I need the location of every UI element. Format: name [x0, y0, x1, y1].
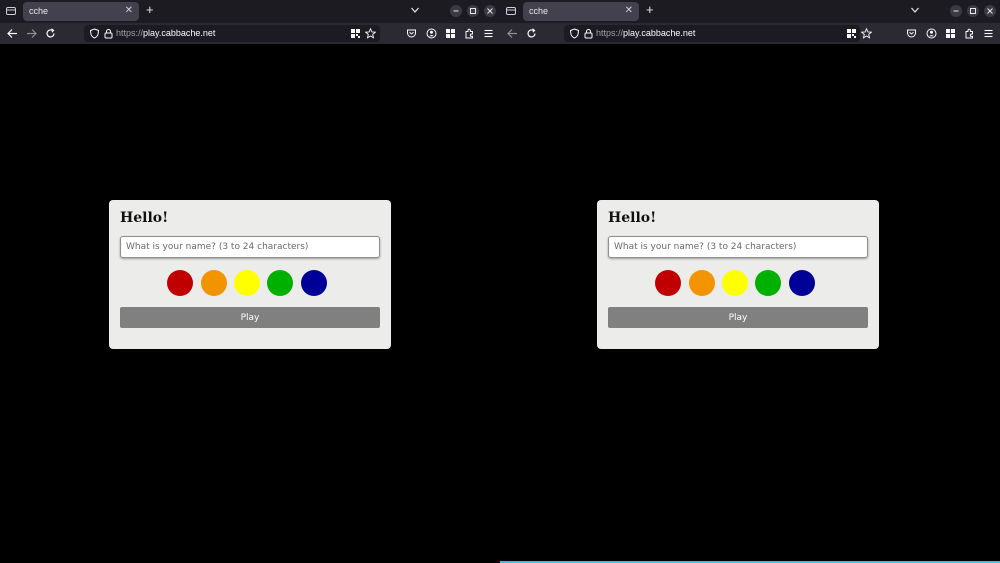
url-scheme: https://: [116, 28, 144, 38]
tab-bar: cche ✕ +: [0, 0, 500, 23]
shield-icon[interactable]: [89, 28, 100, 39]
navigation-bar: https://play.cabbache.net: [0, 23, 500, 44]
star-icon[interactable]: [365, 28, 376, 39]
color-picker: [167, 270, 333, 296]
url-host: play.cabbache.net: [143, 28, 216, 38]
chevron-down-icon[interactable]: [910, 5, 920, 15]
puzzle-icon[interactable]: [464, 28, 475, 39]
tab-bar: cche ✕ +: [500, 0, 1000, 23]
name-input[interactable]: [120, 236, 380, 258]
tab-list-icon[interactable]: [6, 6, 16, 16]
close-icon[interactable]: [484, 5, 496, 17]
maximize-icon[interactable]: [467, 5, 479, 17]
color-swatch-yellow[interactable]: [722, 270, 748, 296]
color-swatch-orange[interactable]: [689, 270, 715, 296]
play-button[interactable]: Play: [608, 307, 868, 328]
reload-icon[interactable]: [526, 28, 537, 39]
grid-icon[interactable]: [445, 28, 456, 39]
color-swatch-orange[interactable]: [201, 270, 227, 296]
chevron-down-icon[interactable]: [410, 5, 420, 15]
qr-code-icon[interactable]: [846, 28, 857, 39]
greeting-title: Hello!: [120, 210, 169, 226]
pocket-icon[interactable]: [906, 28, 917, 39]
name-input[interactable]: [608, 236, 868, 258]
browser-window-left: cche ✕ + https://play.cabbache.net Hello…: [0, 0, 500, 563]
reload-icon[interactable]: [45, 28, 56, 39]
hamburger-menu-icon[interactable]: [983, 28, 994, 39]
color-swatch-yellow[interactable]: [234, 270, 260, 296]
address-bar[interactable]: https://play.cabbache.net: [84, 25, 380, 42]
hamburger-menu-icon[interactable]: [483, 28, 494, 39]
tab-list-icon[interactable]: [506, 6, 516, 16]
account-icon[interactable]: [426, 28, 437, 39]
account-icon[interactable]: [926, 28, 937, 39]
color-swatch-green[interactable]: [755, 270, 781, 296]
navigation-bar: https://play.cabbache.net: [500, 23, 1000, 44]
back-arrow-icon[interactable]: [507, 28, 518, 39]
url-text: https://play.cabbache.net: [596, 28, 695, 38]
color-swatch-red[interactable]: [167, 270, 193, 296]
maximize-icon[interactable]: [967, 5, 979, 17]
greeting-title: Hello!: [608, 210, 657, 226]
lock-icon[interactable]: [583, 28, 594, 39]
browser-tab[interactable]: cche ✕: [523, 2, 639, 21]
plus-icon[interactable]: +: [646, 3, 654, 17]
url-text: https://play.cabbache.net: [116, 28, 215, 38]
minimize-icon[interactable]: [950, 5, 962, 17]
color-swatch-green[interactable]: [267, 270, 293, 296]
star-icon[interactable]: [861, 28, 872, 39]
qr-code-icon[interactable]: [350, 28, 361, 39]
welcome-card: Hello! Play: [597, 200, 879, 349]
url-host: play.cabbache.net: [623, 28, 696, 38]
tab-title: cche: [529, 6, 549, 16]
color-picker: [655, 270, 821, 296]
color-swatch-blue[interactable]: [301, 270, 327, 296]
close-tab-icon[interactable]: ✕: [125, 5, 133, 16]
lock-icon[interactable]: [103, 28, 114, 39]
color-swatch-red[interactable]: [655, 270, 681, 296]
address-bar[interactable]: https://play.cabbache.net: [564, 25, 872, 42]
tab-title: cche: [29, 6, 49, 16]
close-tab-icon[interactable]: ✕: [625, 5, 633, 16]
welcome-card: Hello! Play: [109, 200, 391, 349]
url-scheme: https://: [596, 28, 624, 38]
grid-icon[interactable]: [945, 28, 956, 39]
puzzle-icon[interactable]: [964, 28, 975, 39]
close-icon[interactable]: [984, 5, 996, 17]
play-button[interactable]: Play: [120, 307, 380, 328]
back-arrow-icon[interactable]: [7, 28, 18, 39]
color-swatch-blue[interactable]: [789, 270, 815, 296]
browser-window-right: cche ✕ + https://play.cabbache.net Hello…: [500, 0, 1000, 563]
shield-icon[interactable]: [569, 28, 580, 39]
browser-tab[interactable]: cche ✕: [23, 2, 139, 21]
minimize-icon[interactable]: [450, 5, 462, 17]
forward-arrow-icon[interactable]: [26, 28, 37, 39]
plus-icon[interactable]: +: [146, 3, 154, 17]
pocket-icon[interactable]: [406, 28, 417, 39]
